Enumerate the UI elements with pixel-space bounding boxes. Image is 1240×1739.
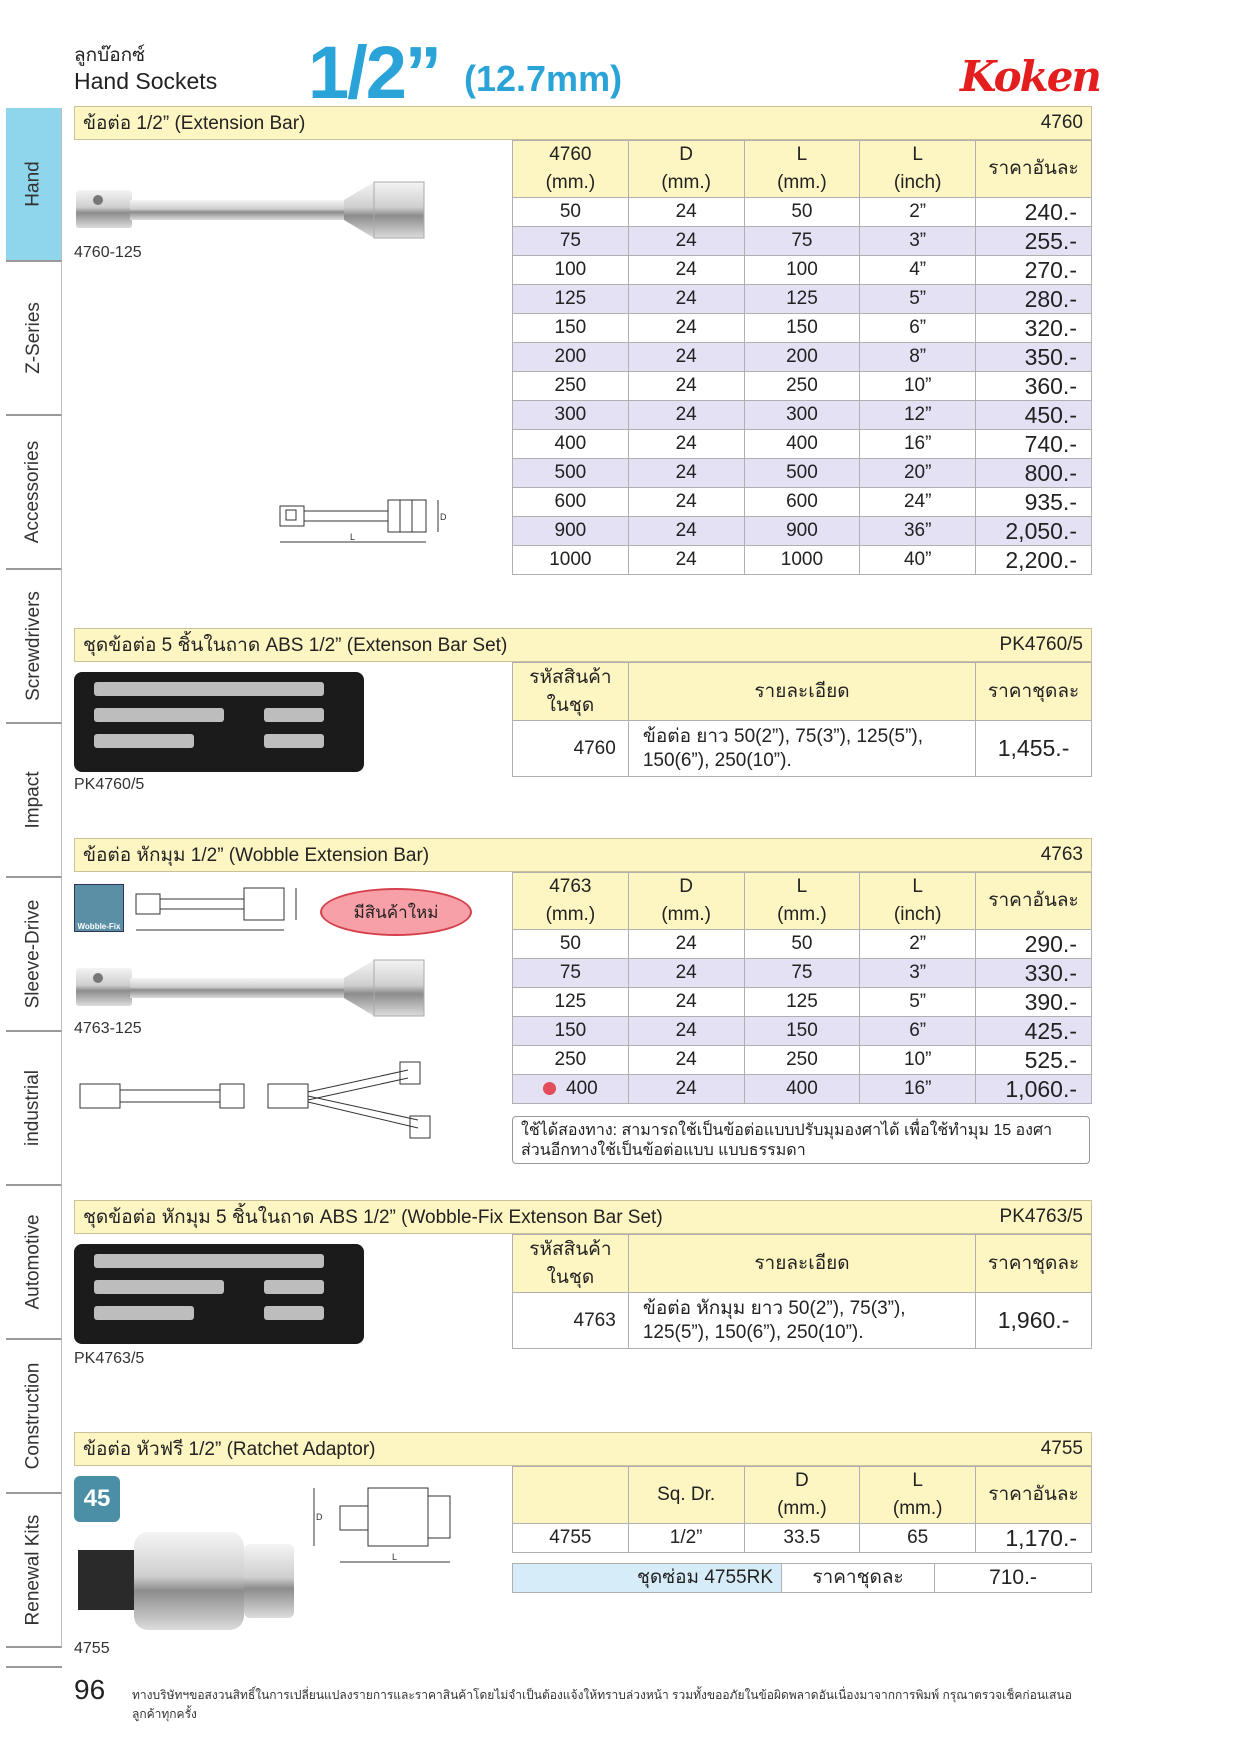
wobble-angle-drawing bbox=[79, 1061, 431, 1139]
table-row: 500 24 500 20” 800.- bbox=[512, 458, 1092, 488]
tab-automotive[interactable]: Automotive bbox=[6, 1186, 62, 1340]
45-tooth-icon: 45 bbox=[74, 1476, 120, 1522]
wobble-usage-note: ใช้ได้สองทาง: สามารถใช้เป็นข้อต่อแบบปรับ… bbox=[512, 1116, 1090, 1164]
tab-z-series[interactable]: Z-Series bbox=[6, 262, 62, 416]
section-extension-bar-set-header: ชุดข้อต่อ 5 ชิ้นในถาด ABS 1/2” (Extenson… bbox=[74, 628, 1092, 662]
tab-renewal-kits[interactable]: Renewal Kits bbox=[6, 1494, 62, 1648]
table-row: 150 24 150 6” 425.- bbox=[512, 1016, 1092, 1046]
tab-industrial[interactable]: industrial bbox=[6, 1032, 62, 1186]
wobble-bar-rows: 50 24 50 2” 290.- 75 24 75 3” 330.- 125 24 125 5” 390.… bbox=[512, 929, 1092, 1104]
wobble-bar-table: 4763 (mm.) D (mm.) L (mm.) L (inch) ราคาอันล… bbox=[512, 872, 1092, 1104]
extension-bar-caption: 4760-125 bbox=[74, 244, 142, 261]
extension-bar-set-tray-image bbox=[74, 672, 364, 772]
table-row: 400 24 400 16” 1,060.- bbox=[512, 1074, 1092, 1104]
section-wobble-set-header: ชุดข้อต่อ หักมุม 5 ชิ้นในถาด ABS 1/2” (W… bbox=[74, 1200, 1092, 1234]
table-row: 50 24 50 2” 290.- bbox=[512, 929, 1092, 959]
extension-bar-table: 4760 (mm.) D (mm.) L (mm.) L (inch) ราคาอันล… bbox=[512, 140, 1092, 575]
new-item-marker-icon bbox=[543, 1082, 557, 1096]
table-row: 200 24 200 8” 350.- bbox=[512, 342, 1092, 372]
ratchet-adaptor-dimension-drawing: D L bbox=[313, 1487, 451, 1563]
wobble-bar-dimension-drawing bbox=[135, 887, 297, 931]
svg-text:D: D bbox=[316, 1512, 323, 1522]
table-row: 50 24 50 2” 240.- bbox=[512, 197, 1092, 227]
svg-text:D: D bbox=[440, 512, 447, 522]
table-row: 600 24 600 24” 935.- bbox=[512, 487, 1092, 517]
table-row: 75 24 75 3” 255.- bbox=[512, 226, 1092, 256]
footer-disclaimer: ทางบริษัทฯขอสงวนสิทธิ์ในการเปลี่ยนแปลงรา… bbox=[132, 1688, 1072, 1721]
wobble-set-caption: PK4763/5 bbox=[74, 1350, 145, 1367]
table-row: 125 24 125 5” 280.- bbox=[512, 284, 1092, 314]
table-row: 150 24 150 6” 320.- bbox=[512, 313, 1092, 343]
wobble-bar-image bbox=[76, 959, 425, 1017]
tab-sleeve-drive[interactable]: Sleeve-Drive bbox=[6, 878, 62, 1032]
extension-bar-rows: 50 24 50 2” 240.- 75 24 75 3” 255.- 100 24 100 4” 270.… bbox=[512, 197, 1092, 575]
extension-bar-set-caption: PK4760/5 bbox=[74, 776, 145, 793]
category-sidebar: Hand Z-Series Accessories Screwdrivers I… bbox=[6, 108, 62, 1648]
ratchet-adaptor-caption: 4755 bbox=[74, 1640, 110, 1657]
table-row: 1000 24 1000 40” 2,200.- bbox=[512, 545, 1092, 575]
extension-bar-dimension-drawing: D L bbox=[279, 499, 447, 543]
table-row: 900 24 900 36” 2,050.- bbox=[512, 516, 1092, 546]
wobble-set-table: รหัสสินค้า ในชุด รายละเอียด ราคาชุดละ 4763… bbox=[512, 1234, 1092, 1349]
extension-bar-image bbox=[76, 181, 425, 239]
wobble-fix-logo: Wobble-Fix bbox=[74, 884, 124, 932]
tab-screwdrivers[interactable]: Screwdrivers bbox=[6, 570, 62, 724]
table-row: 75 24 75 3” 330.- bbox=[512, 958, 1092, 988]
drive-size-mm: (12.7mm) bbox=[464, 58, 623, 99]
table-row: 400 24 400 16” 740.- bbox=[512, 429, 1092, 459]
section-ratchet-adaptor-header: ข้อต่อ หัวฟรี 1/2” (Ratchet Adaptor) 4755 bbox=[74, 1432, 1092, 1466]
table-row: 125 24 125 5” 390.- bbox=[512, 987, 1092, 1017]
ratchet-adaptor-table: Sq. Dr. D (mm.) L (mm.) ราคาอันละ 4755 1/2”… bbox=[512, 1466, 1092, 1553]
tab-impact[interactable]: Impact bbox=[6, 724, 62, 878]
repair-kit-row: ชุดซ่อม 4755RK ราคาชุดละ 710.- bbox=[512, 1563, 1092, 1593]
extension-bar-set-table: รหัสสินค้า ในชุด รายละเอียด ราคาชุดละ 4760… bbox=[512, 662, 1092, 777]
tab-hand[interactable]: Hand bbox=[6, 108, 62, 262]
tab-accessories[interactable]: Accessories bbox=[6, 416, 62, 570]
koken-logo: Koken bbox=[960, 52, 1102, 101]
header-thai-title: ลูกบ๊อกซ์ bbox=[74, 45, 146, 66]
tab-construction[interactable]: Construction bbox=[6, 1340, 62, 1494]
header-title: Hand Sockets bbox=[74, 68, 218, 94]
table-row: 300 24 300 12” 450.- bbox=[512, 400, 1092, 430]
section-wobble-extension-bar-header: ข้อต่อ หักมุม 1/2” (Wobble Extension Bar… bbox=[74, 838, 1092, 872]
wobble-bar-caption: 4763-125 bbox=[74, 1020, 142, 1037]
new-product-badge: มีสินค้าใหม่ bbox=[320, 888, 472, 936]
table-row: 100 24 100 4” 270.- bbox=[512, 255, 1092, 285]
page-number: 96 bbox=[74, 1674, 106, 1705]
table-row: 250 24 250 10” 360.- bbox=[512, 371, 1092, 401]
wobble-set-tray-image bbox=[74, 1244, 364, 1344]
sidebar-bottom-line bbox=[6, 1666, 62, 1668]
ratchet-adaptor-image bbox=[78, 1532, 294, 1630]
table-row: 250 24 250 10” 525.- bbox=[512, 1045, 1092, 1075]
svg-text:L: L bbox=[350, 532, 355, 542]
drive-size: 1/2” bbox=[308, 31, 442, 114]
svg-text:L: L bbox=[392, 1552, 397, 1562]
section-extension-bar-header: ข้อต่อ 1/2” (Extension Bar) 4760 bbox=[74, 106, 1092, 140]
